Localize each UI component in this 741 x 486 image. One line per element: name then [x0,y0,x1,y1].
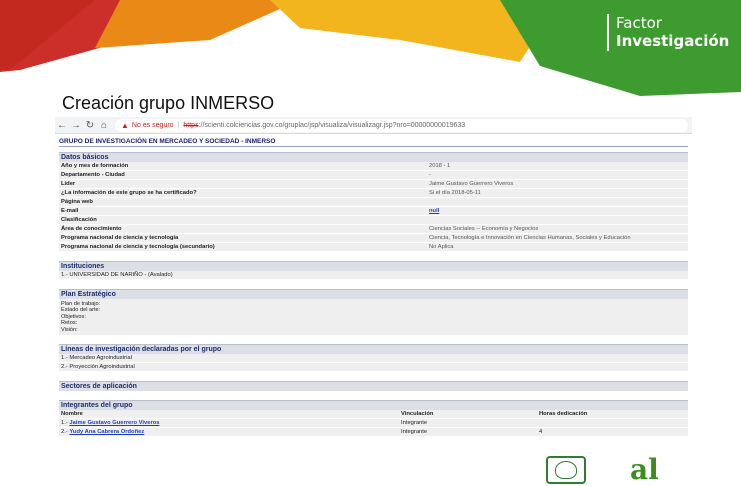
row-label: Año y mes de formación [59,162,427,170]
section-header: Instituciones [59,261,688,271]
row-value: 2018 - 1 [427,162,688,170]
horas-cell: 4 [539,429,543,436]
seal-inner [555,461,577,479]
row-value: Ciencia, Tecnología e Innovación en Cien… [427,234,688,242]
url-text: ://scienti.colciencias.gov.co/gruplac/js… [198,121,466,129]
horas-cell [537,419,688,427]
info-row: Año y mes de formación 2018 - 1 [59,162,688,171]
list-item: 1.- Mercadeo Agroindustrial [59,354,688,364]
row-value: Si el día 2018-05-11 [427,189,688,197]
row-value [427,198,688,206]
sectores-section: Sectores de aplicación [59,381,688,392]
info-row: Líder Jaime Gustavo Guerrero Viveros [59,180,688,189]
integrantes-section: Integrantes del grupo Nombre Vinculación… [59,400,688,438]
list-item: 2.- Proyección Agroindustrial [59,363,688,373]
home-icon[interactable]: ⌂ [97,120,111,131]
table-header: Nombre Vinculación Horas dedicación [59,410,688,420]
member-cell: 2.- Yudy Ana Cabrera Ordoñez [59,428,399,436]
instituciones-section: Instituciones 1.- UNIVERSIDAD DE NARIÑO … [59,261,688,280]
row-label: Líder [59,180,427,188]
table-row: 1.- Jaime Gustavo Guerrero Viveros Integ… [59,419,688,429]
info-row: ¿La información de este grupo se ha cert… [59,189,688,198]
row-value: Ciencias Sociales -- Economía y Negocios [427,225,688,233]
plan-line: Visión: [61,326,78,333]
row-label: ¿La información de este grupo se ha cert… [59,189,427,197]
browser-window: ← → ↻ ⌂ ▲ No es seguro | https ://scient… [55,117,692,460]
info-row: Departamento - Ciudad - [59,171,688,180]
forward-arrow-icon[interactable]: → [69,120,83,131]
group-title: GRUPO DE INVESTIGACIÓN EN MERCADEO Y SOC… [59,137,688,147]
warning-icon: ▲ [121,120,129,130]
row-label: Programa nacional de ciencia y tecnologí… [59,234,427,242]
brand-line1: Factor [616,14,662,32]
al-logo: al [630,453,659,486]
row-label: E-mail [59,207,427,215]
banner-orange [95,0,300,48]
email-link[interactable]: null [427,207,688,215]
row-label: Programa nacional de ciencia y tecnologí… [59,243,427,251]
brand-line2: Investigación [616,32,730,50]
plan-estrategico-section: Plan Estratégico Plan de trabajo: Estado… [59,289,688,336]
section-header: Sectores de aplicación [59,381,688,392]
member-number: 1.- [61,420,68,427]
browser-toolbar: ← → ↻ ⌂ ▲ No es seguro | https ://scient… [55,117,692,134]
url-scheme: https [183,121,199,129]
table-row: 2.- Yudy Ana Cabrera Ordoñez Integrante … [59,428,688,438]
member-link[interactable]: Yudy Ana Cabrera Ordoñez [69,429,144,435]
slide-title: Creación grupo INMERSO [62,93,275,113]
section-header: Datos básicos [59,152,688,162]
member-link[interactable]: Jaime Gustavo Guerrero Viveros [69,420,159,426]
row-value [427,216,688,224]
back-arrow-icon[interactable]: ← [55,120,69,131]
address-bar[interactable]: ▲ No es seguro | https ://scienti.colcie… [115,118,688,132]
gruplac-page: GRUPO DE INVESTIGACIÓN EN MERCADEO Y SOC… [55,134,692,438]
info-row: Programa nacional de ciencia y tecnologí… [59,243,688,252]
row-label: Página web [59,198,427,206]
security-label[interactable]: No es seguro [132,122,174,129]
address-separator: | [177,121,180,129]
section-header: Integrantes del grupo [59,400,688,411]
section-header: Líneas de investigación declaradas por e… [59,344,688,355]
row-value: No Aplica [427,243,688,251]
lineas-section: Líneas de investigación declaradas por e… [59,344,688,373]
row-value: - [427,171,688,179]
column-header: Vinculación [401,411,434,418]
info-row: Área de conocimiento Ciencias Sociales --… [59,225,688,234]
reload-icon[interactable]: ↻ [83,120,97,131]
row-value: Jaime Gustavo Guerrero Viveros [427,180,688,188]
row-label: Clasificación [59,216,427,224]
plan-block: Plan de trabajo: Estado del arte: Objeti… [59,299,688,336]
university-seal-icon [546,456,586,484]
info-row: E-mail null [59,207,688,216]
factor-investigacion-logo: Factor Investigación [607,14,729,51]
column-header: Horas dedicación [539,411,588,418]
row-label: Departamento - Ciudad [59,171,427,179]
row-label: Área de conocimiento [59,225,427,233]
info-row: Página web [59,198,688,207]
member-number: 2.- [61,429,68,436]
info-row: Programa nacional de ciencia y tecnologí… [59,234,688,243]
section-header: Plan Estratégico [59,289,688,299]
vinculacion-cell: Integrante [401,420,428,427]
member-cell: 1.- Jaime Gustavo Guerrero Viveros [59,419,399,427]
info-row: Clasificación [59,216,688,225]
list-item: 1.- UNIVERSIDAD DE NARIÑO - (Avalado) [59,271,688,280]
datos-basicos-section: Datos básicos Año y mes de formación 2018… [59,152,688,252]
column-header: Nombre [61,411,83,418]
vinculacion-cell: Integrante [401,429,428,436]
